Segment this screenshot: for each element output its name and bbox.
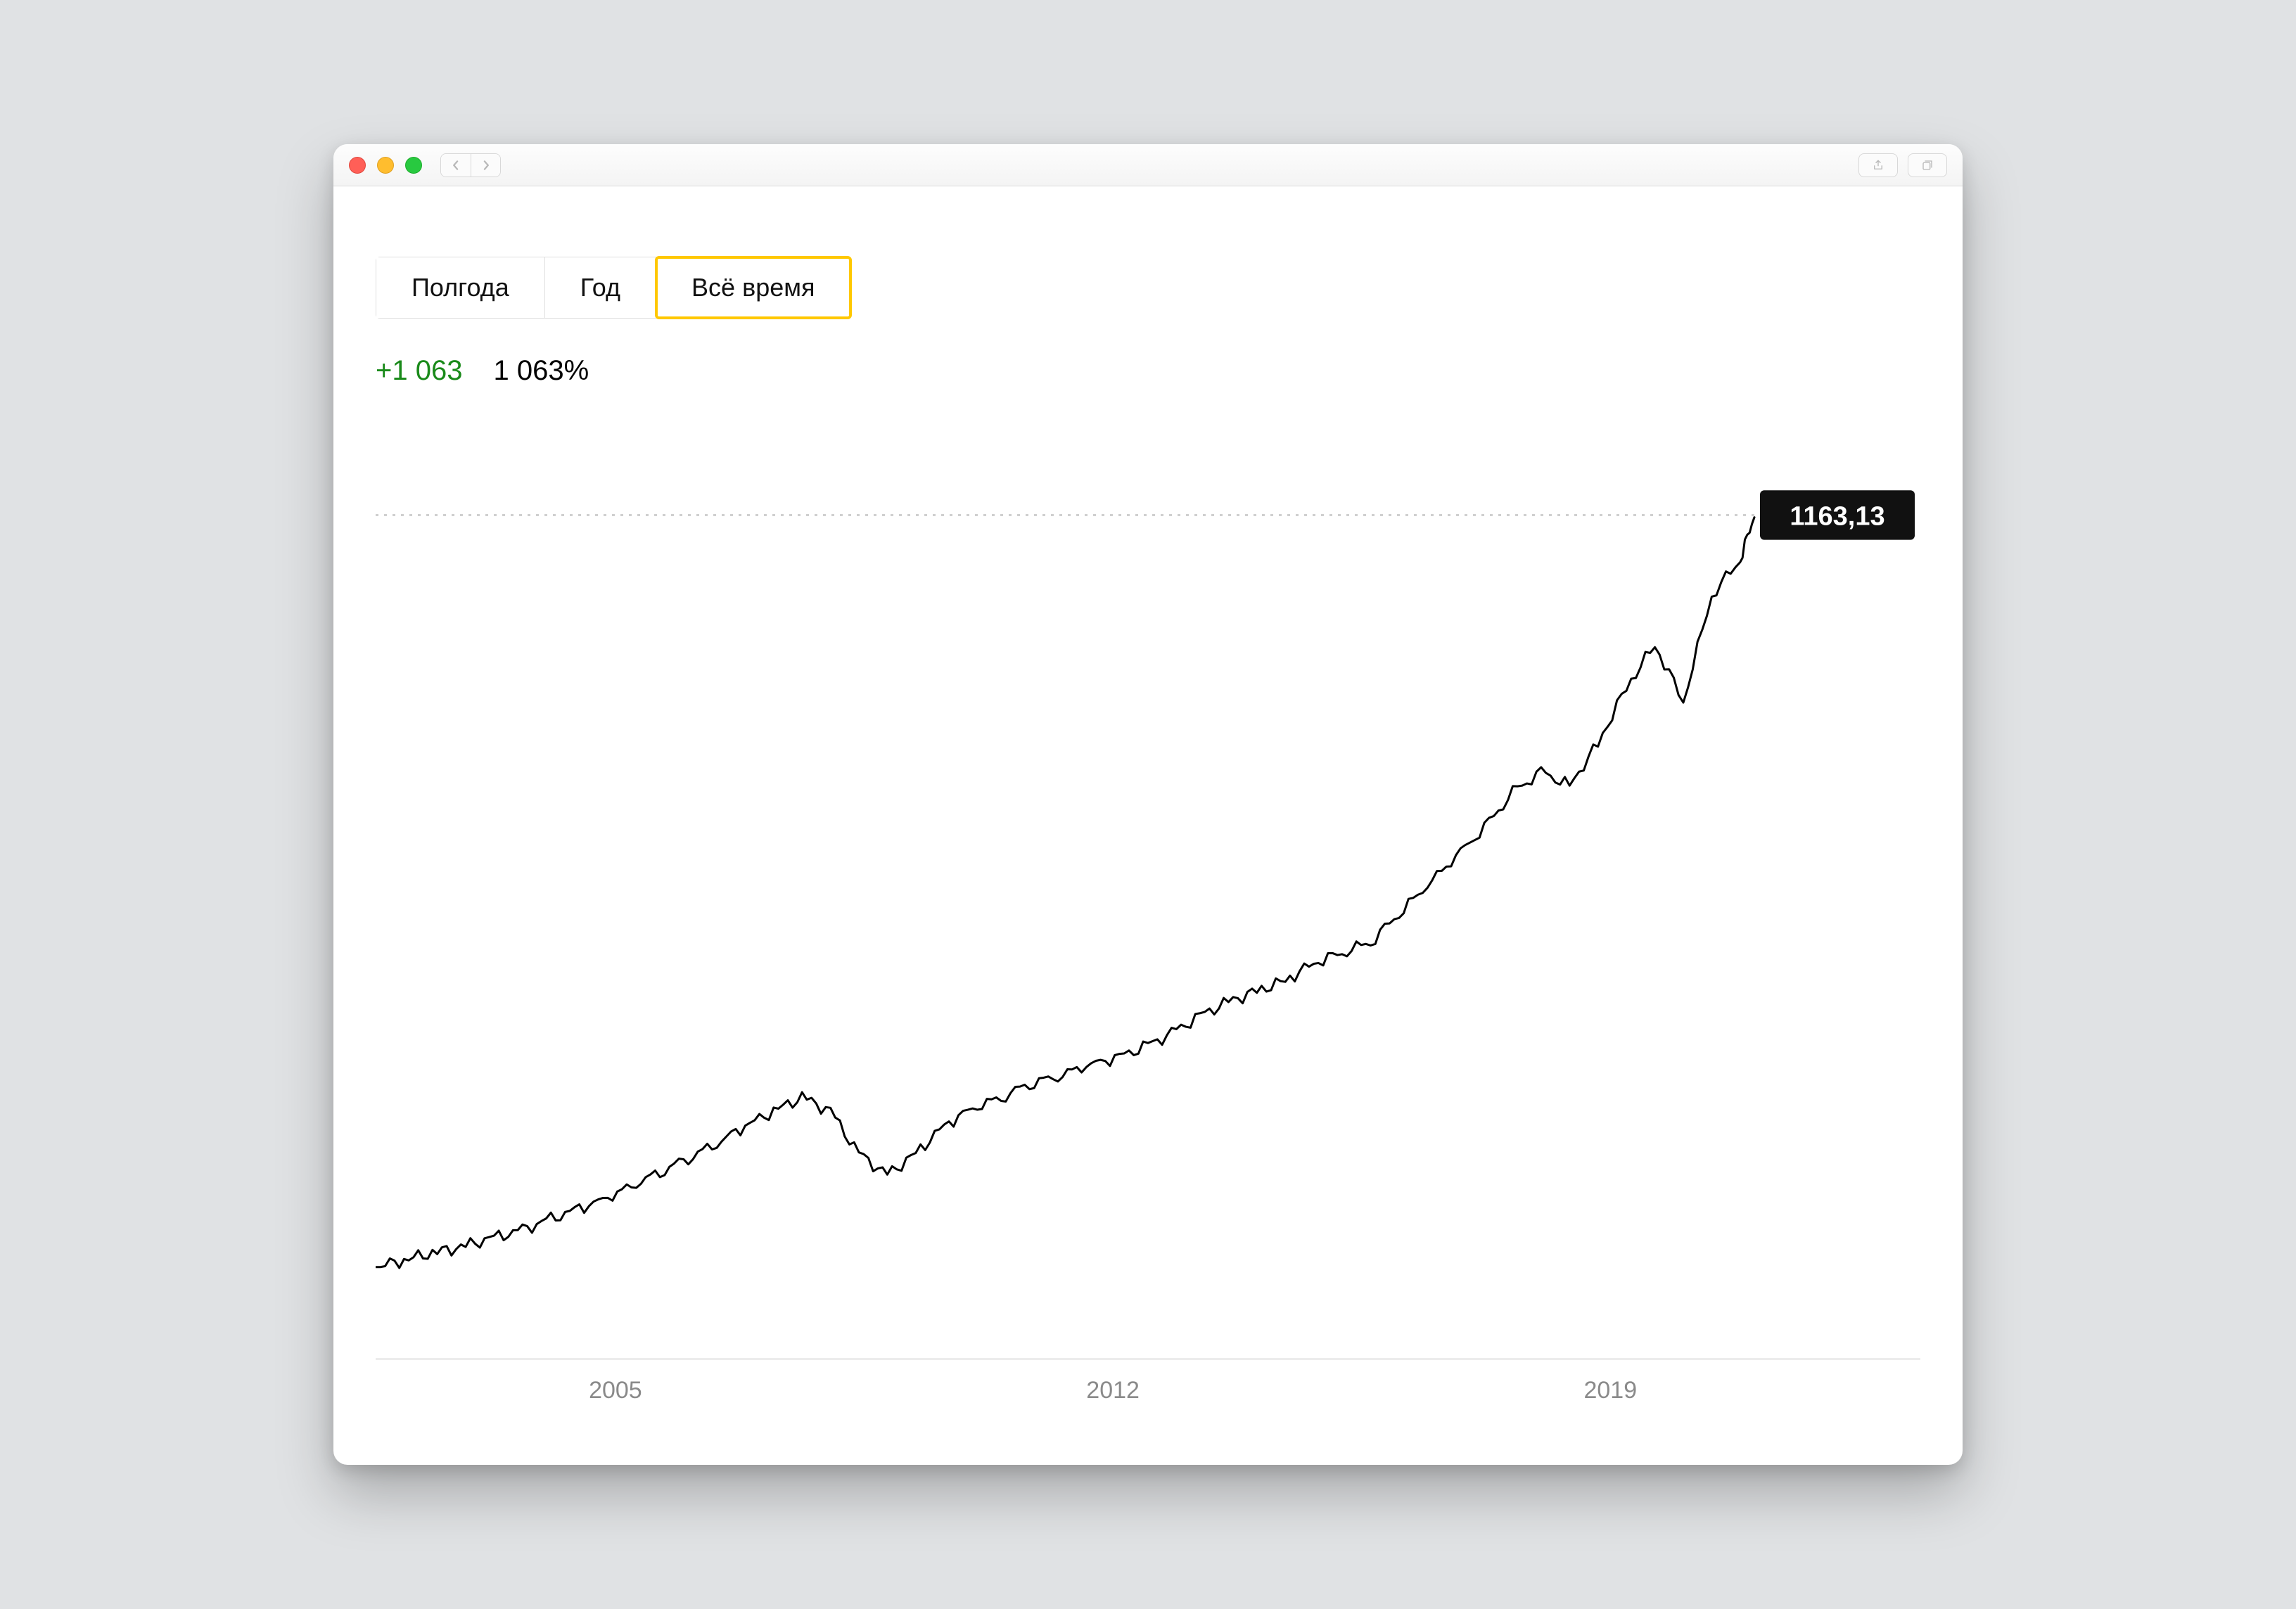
minimize-icon[interactable] xyxy=(377,157,394,174)
chevron-left-icon xyxy=(451,160,461,170)
share-icon xyxy=(1872,159,1884,172)
period-tabs: Полгода Год Всё время xyxy=(376,257,851,319)
chevron-right-icon xyxy=(481,160,491,170)
nav-back-forward xyxy=(440,153,501,177)
series-line xyxy=(376,518,1754,1268)
stats-row: +1 063 1 063% xyxy=(376,355,1920,387)
nav-back-button[interactable] xyxy=(441,154,471,177)
toolbar-right xyxy=(1858,153,1947,177)
x-tick-label: 2019 xyxy=(1584,1377,1638,1404)
x-tick-label: 2005 xyxy=(589,1377,642,1404)
chart-container: 1163,13 2005 2012 2019 xyxy=(376,447,1920,1423)
x-ticks: 2005 2012 2019 xyxy=(589,1377,1637,1404)
stat-percent: 1 063% xyxy=(493,355,589,387)
tabs-icon xyxy=(1921,159,1934,172)
stat-absolute: +1 063 xyxy=(376,355,462,387)
tab-year[interactable]: Год xyxy=(545,257,656,318)
close-icon[interactable] xyxy=(349,157,366,174)
maximize-icon[interactable] xyxy=(405,157,422,174)
share-button[interactable] xyxy=(1858,153,1898,177)
x-tick-label: 2012 xyxy=(1086,1377,1140,1404)
content-area: Полгода Год Всё время +1 063 1 063% 1163… xyxy=(333,186,1963,1465)
value-badge: 1163,13 xyxy=(1760,490,1915,539)
traffic-lights xyxy=(349,157,422,174)
line-chart: 1163,13 2005 2012 2019 xyxy=(376,447,1920,1423)
tab-all-time[interactable]: Всё время xyxy=(656,257,850,318)
tab-half-year[interactable]: Полгода xyxy=(376,257,545,318)
value-badge-text: 1163,13 xyxy=(1790,501,1884,531)
tabs-button[interactable] xyxy=(1908,153,1947,177)
titlebar xyxy=(333,144,1963,186)
app-window: Полгода Год Всё время +1 063 1 063% 1163… xyxy=(333,144,1963,1465)
nav-forward-button[interactable] xyxy=(471,154,500,177)
